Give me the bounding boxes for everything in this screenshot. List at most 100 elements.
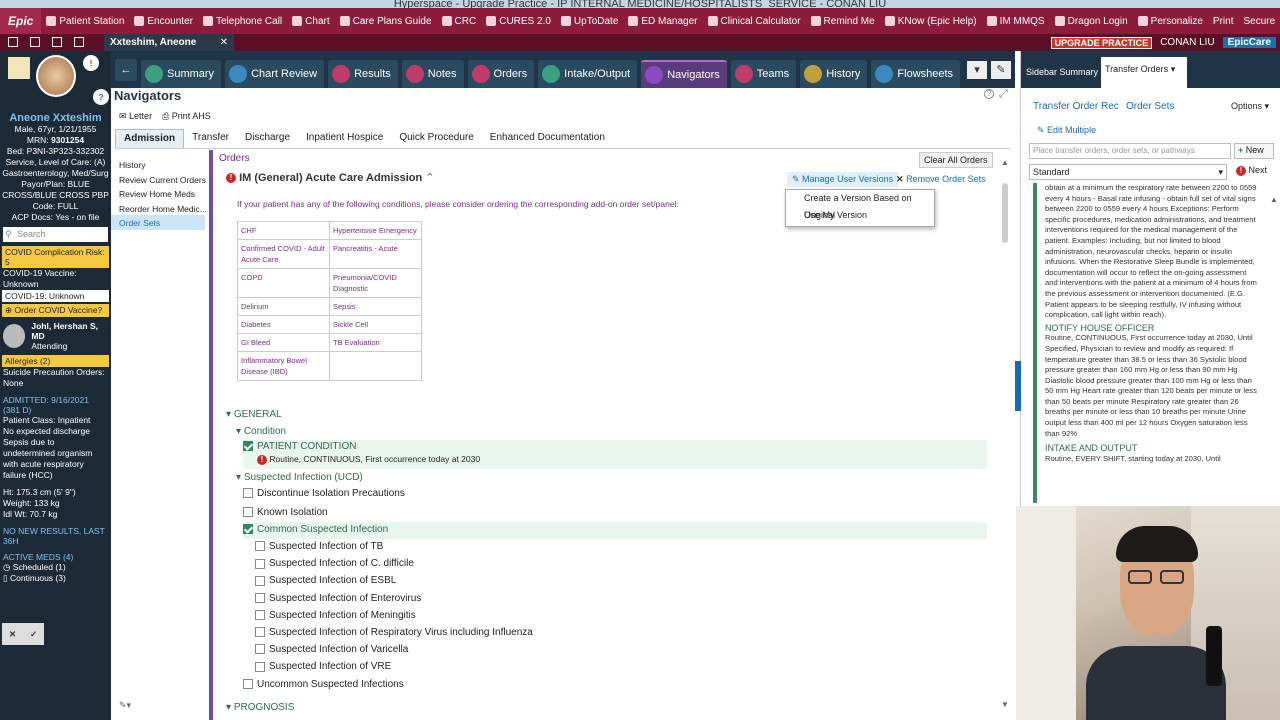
tab-chart-review[interactable]: Chart Review <box>225 60 325 88</box>
tab-summary[interactable]: Summary <box>141 60 222 88</box>
patient-card-icon[interactable] <box>8 57 30 79</box>
collapse-icon[interactable]: ⌃ <box>425 172 434 184</box>
condition-link[interactable]: Hypertensive Emergency <box>329 221 422 240</box>
uncommon-infection-order[interactable]: Uncommon Suspected Infections <box>243 679 404 690</box>
toolbar-item-know-epic-help-[interactable]: KNow (Epic Help) <box>880 16 982 27</box>
edit-multiple-button[interactable]: ✎ Edit Multiple <box>1037 125 1096 136</box>
patient-tab[interactable]: Xxteshim, Aneone ✕ <box>104 34 234 51</box>
infection-order[interactable]: Suspected Infection of Respiratory Virus… <box>255 627 533 644</box>
infection-checkbox[interactable] <box>255 558 265 569</box>
infection-checkbox[interactable] <box>255 592 265 603</box>
no-new-results[interactable]: NO NEW RESULTS, LAST 36H <box>0 526 111 546</box>
toolbar-item-ed-manager[interactable]: ED Manager <box>623 16 702 27</box>
calendar-icon[interactable] <box>8 37 18 47</box>
tab-sidebar-summary[interactable]: Sidebar Summary <box>1026 67 1098 77</box>
subtab-admission[interactable]: Admission <box>115 129 185 148</box>
list-icon[interactable] <box>30 37 40 47</box>
section-link-review-current-orders[interactable]: Review Current Orders <box>111 172 206 187</box>
window-icon[interactable] <box>52 37 62 47</box>
print-ahs-button[interactable]: ⎙ Print AHS <box>162 111 211 122</box>
condition-link[interactable]: Sickle Cell <box>329 315 422 334</box>
attending[interactable]: Johl, Hershan S, MD Attending <box>3 321 108 351</box>
condition-link[interactable]: COPD <box>237 268 330 298</box>
uncommon-infection-checkbox[interactable] <box>243 679 253 690</box>
toolbar-print-button[interactable]: Print <box>1208 16 1239 27</box>
condition-link[interactable]: Sepsis <box>329 297 422 316</box>
covid-risk[interactable]: COVID Complication Risk: 5 <box>2 246 109 268</box>
tab-history[interactable]: History <box>800 60 868 88</box>
infection-checkbox[interactable] <box>255 575 265 586</box>
known-isolation-checkbox[interactable] <box>243 507 253 518</box>
new-order-button[interactable]: + New <box>1234 143 1274 159</box>
tab-results[interactable]: Results <box>328 60 398 88</box>
scroll-up-icon[interactable]: ▲ <box>1270 195 1278 204</box>
infection-checkbox[interactable] <box>255 627 265 638</box>
order-search-input[interactable]: Place transfer orders, order sets, or pa… <box>1029 143 1231 159</box>
scheduled-meds[interactable]: ◷ Scheduled (1) <box>0 562 111 573</box>
scroll-down-icon[interactable]: ▼ <box>1001 700 1009 709</box>
toolbar-item-care-plans-guide[interactable]: Care Plans Guide <box>335 16 437 27</box>
clear-all-orders-button[interactable]: Clear All Orders <box>919 152 993 168</box>
toolbar-item-dragon-login[interactable]: Dragon Login <box>1050 16 1133 27</box>
back-button[interactable]: ← <box>115 58 137 81</box>
common-infection-order[interactable]: Common Suspected Infection <box>243 524 388 535</box>
subtab-inpatient-hospice[interactable]: Inpatient Hospice <box>298 129 391 148</box>
help-icon[interactable]: ? <box>984 89 994 99</box>
section-link-review-home-meds[interactable]: Review Home Meds <box>111 186 205 201</box>
infection-checkbox[interactable] <box>255 541 265 552</box>
infection-order[interactable]: Suspected Infection of C. difficile <box>255 558 533 575</box>
toolbar-item-im-mmqs[interactable]: IM MMQS <box>982 16 1050 27</box>
subtab-quick-procedure[interactable]: Quick Procedure <box>391 129 481 148</box>
tab-navigators[interactable]: Navigators <box>641 60 727 88</box>
infection-order[interactable]: Suspected Infection of Varicella <box>255 644 533 661</box>
options-menu[interactable]: Options ▾ <box>1231 101 1269 112</box>
avatar[interactable] <box>36 55 76 97</box>
infection-checkbox[interactable] <box>255 644 265 655</box>
infection-order[interactable]: Suspected Infection of ESBL <box>255 575 533 592</box>
sidebar-collapse-handle[interactable] <box>1015 361 1021 411</box>
create-version-option[interactable]: Create a Version Based on Original <box>786 190 934 220</box>
infection-order[interactable]: Suspected Infection of TB <box>255 541 533 558</box>
toolbar-item-clinical-calculator[interactable]: Clinical Calculator <box>703 16 806 27</box>
popout-icon[interactable]: ⤢ <box>999 88 1008 101</box>
intake-output-header[interactable]: INTAKE AND OUTPUT <box>1045 443 1259 454</box>
infection-order[interactable]: Suspected Infection of Meningitis <box>255 610 533 627</box>
toolbar-secure-button[interactable]: Secure <box>1238 16 1280 27</box>
infection-checkbox[interactable] <box>255 661 265 672</box>
scrollbar-thumb[interactable] <box>1002 183 1008 243</box>
next-button[interactable]: ! Next <box>1234 164 1274 180</box>
order-sets-link[interactable]: Order Sets <box>1126 101 1174 112</box>
condition-link[interactable]: Delirium <box>237 297 330 316</box>
tab-intake-output[interactable]: Intake/Output <box>538 60 638 88</box>
notify-house-officer-header[interactable]: NOTIFY HOUSE OFFICER <box>1045 323 1259 334</box>
toolbar-item-crc[interactable]: CRC <box>437 16 482 27</box>
toolbar-item-personalize[interactable]: Personalize <box>1133 16 1208 27</box>
section-link-reorder-home-medic-[interactable]: Reorder Home Medic... <box>111 201 207 216</box>
help-icon[interactable]: ? <box>93 89 109 105</box>
wrench-icon[interactable]: ✎▾ <box>119 700 131 711</box>
order-covid-vaccine[interactable]: ⊕ Order COVID Vaccine? <box>2 304 109 317</box>
condition-link[interactable]: CHF <box>237 221 330 240</box>
subtab-enhanced-documentation[interactable]: Enhanced Documentation <box>482 129 613 148</box>
known-isolation-order[interactable]: Known Isolation <box>243 507 328 518</box>
allergies[interactable]: Allergies (2) <box>2 355 109 367</box>
alert-icon[interactable]: ! <box>83 55 99 71</box>
toolbar-item-chart[interactable]: Chart <box>287 16 334 27</box>
infection-order[interactable]: Suspected Infection of VRE <box>255 661 533 678</box>
epic-logo[interactable]: Epic <box>0 8 42 34</box>
close-icon[interactable]: ✕ <box>220 37 228 48</box>
condition-link[interactable]: Diabetes <box>237 315 330 334</box>
order-set-title[interactable]: ! IM (General) Acute Care Admission ⌃ <box>226 171 435 184</box>
common-infection-checkbox[interactable] <box>243 524 253 535</box>
remove-order-sets-button[interactable]: ✕ Remove Order Sets <box>896 174 986 185</box>
tab-flowsheets[interactable]: Flowsheets <box>871 60 961 88</box>
scroll-up-icon[interactable]: ▲ <box>1001 158 1009 167</box>
acp-docs[interactable]: ACP Docs: Yes - on file <box>0 212 111 223</box>
tab-teams[interactable]: Teams <box>730 60 797 88</box>
order-mode-select[interactable]: Standard ▾ <box>1029 164 1227 180</box>
toolbar-item-encounter[interactable]: Encounter <box>129 16 198 27</box>
suspected-infection-section[interactable]: ▾ Suspected Infection (UCD) <box>236 472 363 483</box>
continuous-meds[interactable]: ▯ Continuous (3) <box>0 573 111 584</box>
sidebar-search-input[interactable]: ⚲ Search <box>3 227 108 242</box>
tab-orders[interactable]: Orders <box>467 60 535 88</box>
